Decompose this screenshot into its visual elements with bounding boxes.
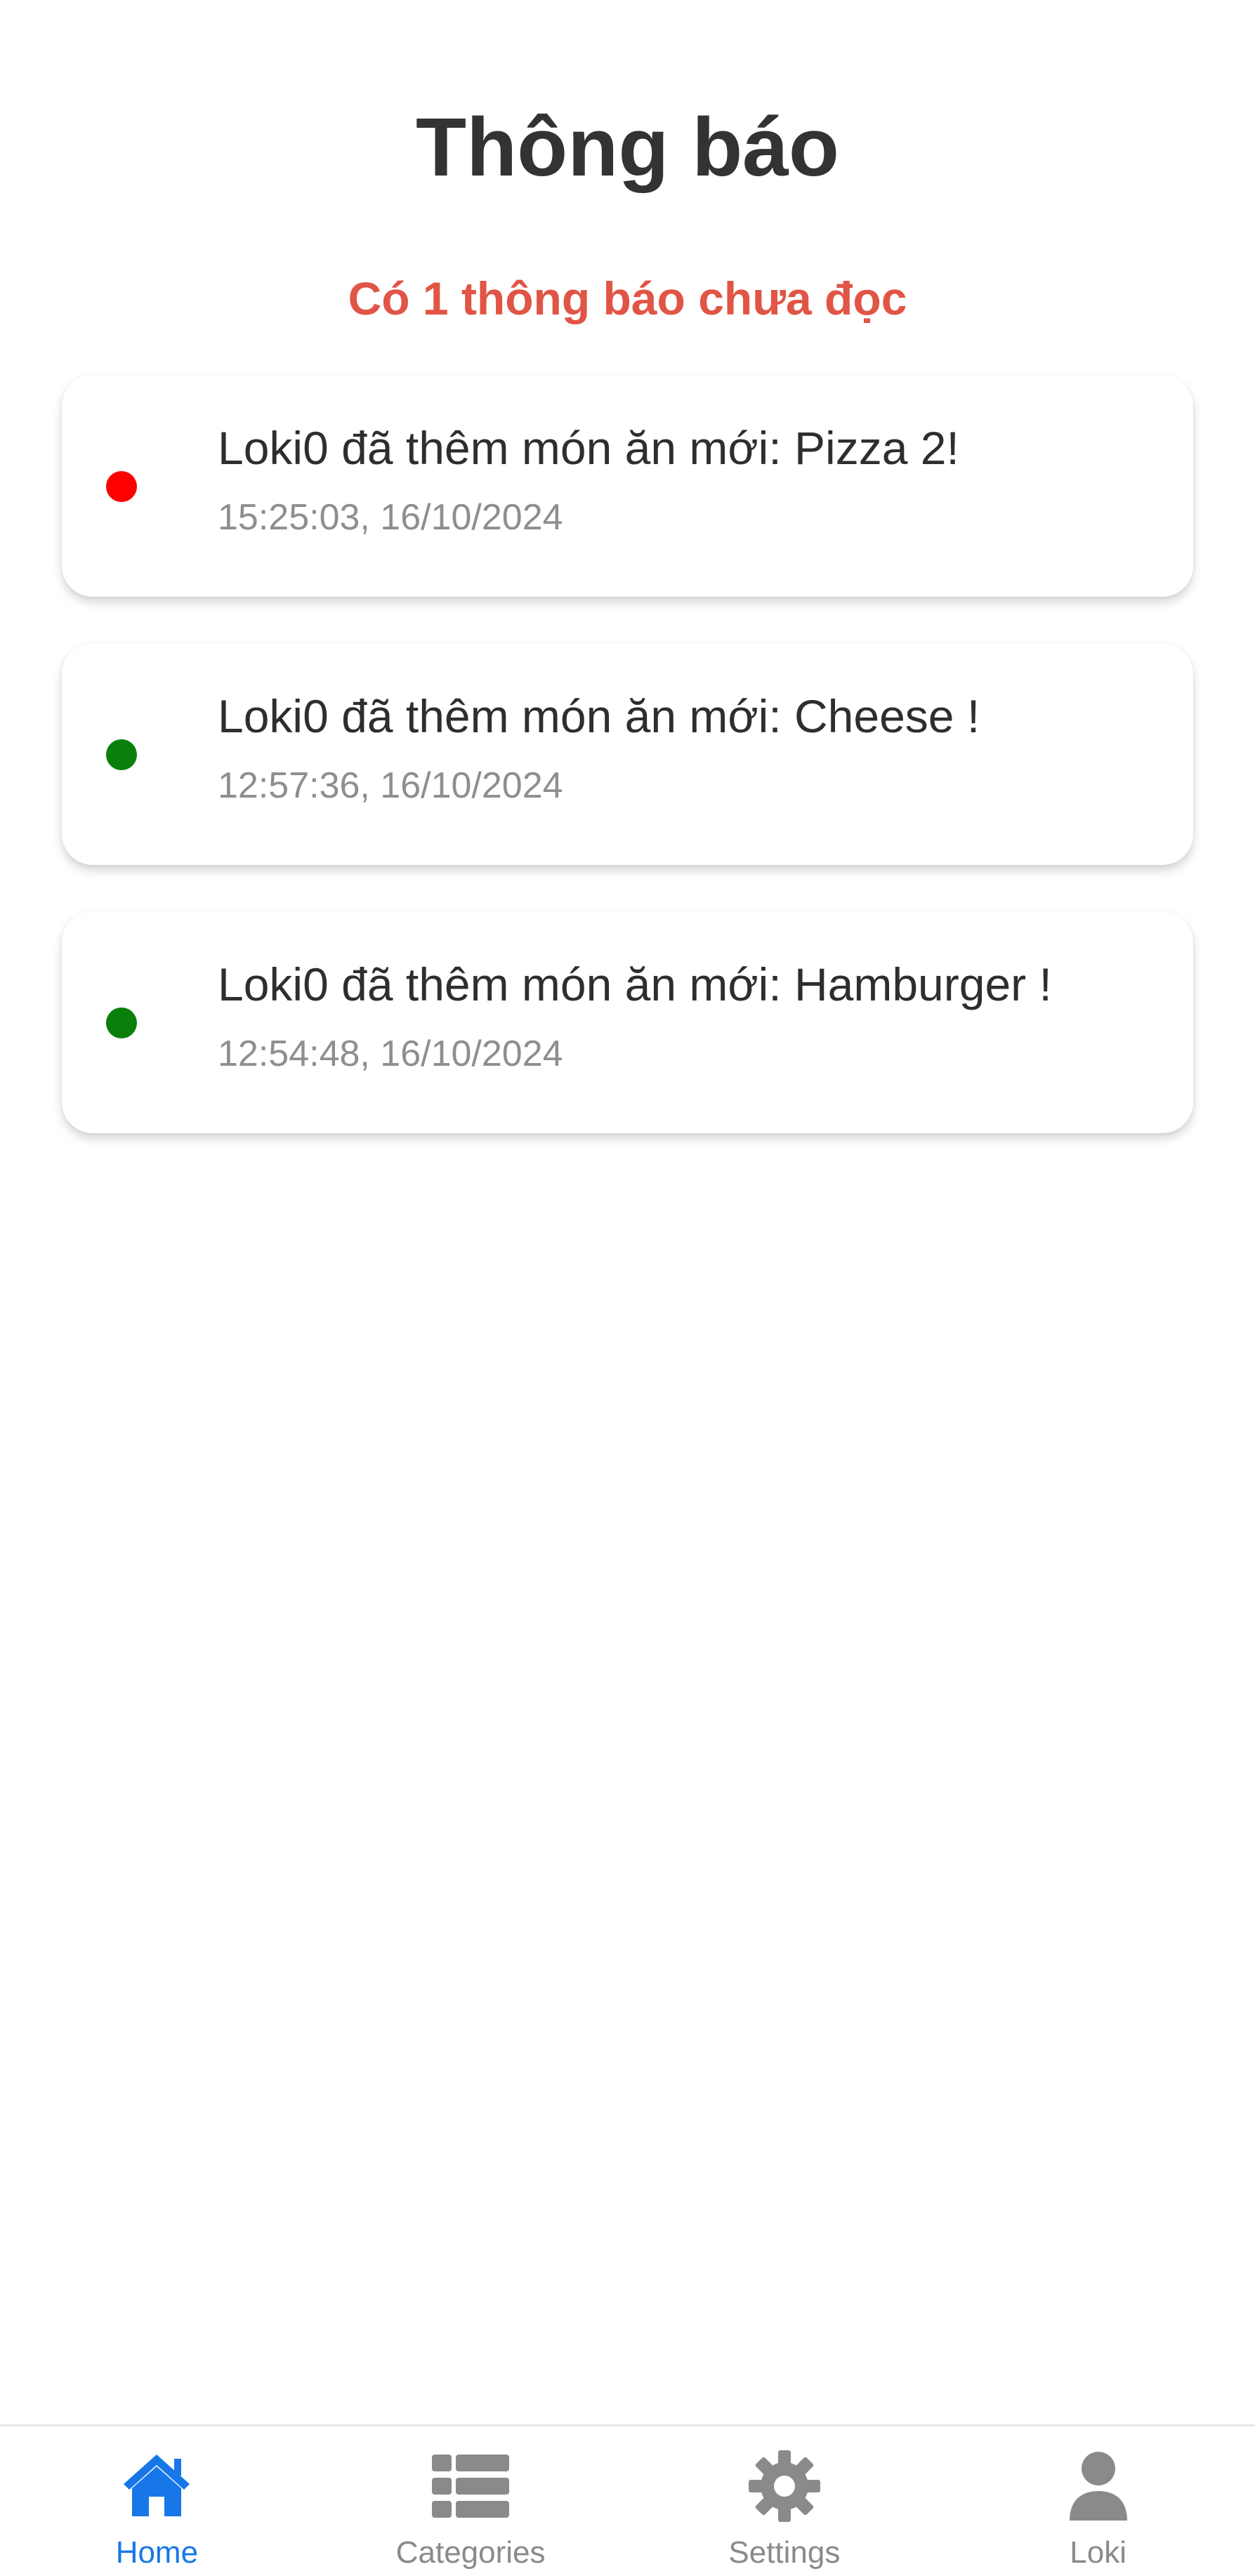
nav-profile-label: Loki — [1070, 2535, 1126, 2570]
notification-message: Loki0 đã thêm món ăn mới: Cheese ! — [218, 690, 980, 742]
nav-categories-label: Categories — [395, 2535, 546, 2570]
list-icon — [432, 2455, 510, 2518]
notification-timestamp: 15:25:03, 16/10/2024 — [218, 497, 563, 538]
notification-timestamp: 12:54:48, 16/10/2024 — [218, 1033, 563, 1074]
notification-card[interactable]: Loki0 đã thêm món ăn mới: Cheese ! 12:57… — [62, 643, 1193, 865]
unread-status-dot — [106, 471, 137, 502]
nav-home-label: Home — [115, 2535, 199, 2570]
nav-settings[interactable]: Settings — [628, 2426, 942, 2576]
nav-home[interactable]: Home — [0, 2426, 314, 2576]
notification-message: Loki0 đã thêm món ăn mới: Hamburger ! — [218, 958, 1052, 1010]
nav-categories[interactable]: Categories — [314, 2426, 628, 2576]
read-status-dot — [106, 1008, 137, 1038]
page-title: Thông báo — [416, 101, 839, 194]
bottom-navigation-bar: Home Categories Settings Loki — [0, 2424, 1255, 2576]
user-icon — [1069, 2452, 1127, 2521]
gear-icon — [748, 2450, 820, 2522]
notifications-screen: Thông báo Có 1 thông báo chưa đọc Loki0 … — [0, 0, 1255, 2576]
home-icon — [124, 2455, 190, 2516]
nav-settings-label: Settings — [728, 2535, 841, 2570]
unread-count-text: Có 1 thông báo chưa đọc — [348, 272, 907, 324]
nav-profile[interactable]: Loki — [941, 2426, 1255, 2576]
notification-card[interactable]: Loki0 đã thêm món ăn mới: Hamburger ! 12… — [62, 911, 1193, 1133]
read-status-dot — [106, 739, 137, 770]
notification-card[interactable]: Loki0 đã thêm món ăn mới: Pizza 2! 15:25… — [62, 375, 1193, 597]
notification-list: Loki0 đã thêm món ăn mới: Pizza 2! 15:25… — [62, 375, 1193, 1180]
notification-message: Loki0 đã thêm món ăn mới: Pizza 2! — [218, 422, 959, 474]
notification-timestamp: 12:57:36, 16/10/2024 — [218, 765, 563, 806]
